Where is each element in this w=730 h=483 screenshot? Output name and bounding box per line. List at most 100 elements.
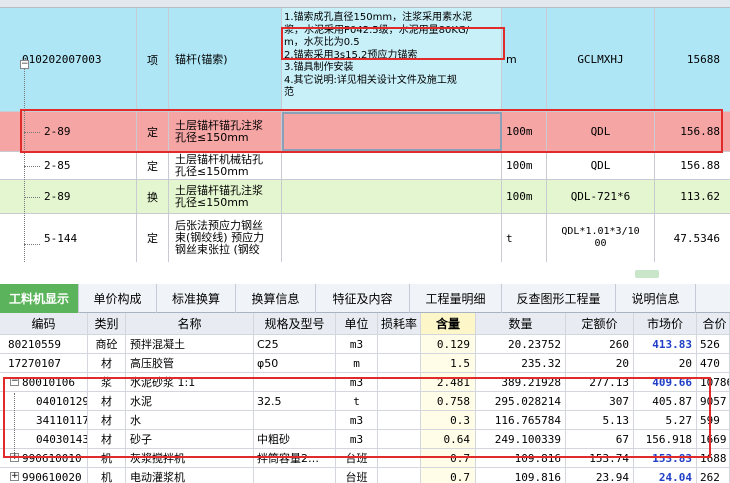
row-type: 换 [137,180,169,213]
row-expr[interactable]: GCLMXHJ [547,8,655,111]
row-unit: 100m [502,152,547,179]
cell-quota: 153.74 [566,449,634,467]
row-type: 定 [137,214,169,262]
table-row[interactable]: 990610020 机电动灌浆机 台班 0.7 109.816 23.94 24.04 262… [0,468,730,483]
col-market-price[interactable]: 市场价 [634,313,697,334]
row-expr[interactable]: QDL*1.01*3/10 00 [547,214,655,262]
cell-spec [254,411,336,429]
collapse-icon[interactable]: − [10,377,19,386]
tab-quantity-detail[interactable]: 工程量明细 [410,284,502,313]
row-feature[interactable]: 1.锚索成孔直径150mm，注浆采用素水泥 浆，水泥采用P042.5级，水泥用量… [282,8,502,111]
cell-market[interactable]: 153.83 [634,449,697,467]
cell-quota: 260 [566,335,634,353]
cell-quota: 277.13 [566,373,634,391]
lower-header: 编码 类别 名称 规格及型号 单位 损耗率 含量 数量 定额价 市场价 合价 [0,313,730,335]
table-row[interactable]: 80210559 商砼 预拌混凝土 C25 m3 0.129 20.23752 260 413.… [0,335,730,354]
cell-unit: t [336,392,378,410]
cell-unit: m3 [336,411,378,429]
cell-market[interactable]: 413.83 [634,335,697,353]
col-type[interactable]: 类别 [88,313,126,334]
cell-content[interactable]: 0.758 [421,392,476,410]
row-name: 锚杆(锚索) [169,8,282,111]
cell-market[interactable]: 20 [634,354,697,372]
tab-description[interactable]: 说明信息 [616,284,696,313]
table-row[interactable]: 17270107 材高压胶管 φ50 m 1.5 235.32 20 20 470 [0,354,730,373]
cell-quota: 20 [566,354,634,372]
cell-content[interactable]: 0.3 [421,411,476,429]
col-name[interactable]: 名称 [126,313,254,334]
col-spec[interactable]: 规格及型号 [254,313,336,334]
cell-content[interactable]: 0.64 [421,430,476,448]
table-row[interactable]: 010202007003 项 锚杆(锚索) 1.锚索成孔直径150mm，注浆采用… [0,8,730,112]
table-row[interactable]: 2-85 定 土层锚杆机械钻孔 孔径≤150mm 100m QDL 156.88 [0,152,730,180]
tab-standard-conversion[interactable]: 标准换算 [157,284,236,313]
cell-type: 商砼 [88,335,126,353]
row-expr[interactable]: QDL [547,112,655,151]
row-expr[interactable]: QDL-721*6 [547,180,655,213]
cell-combined: 10786 [697,373,730,391]
table-row[interactable]: 990610010 机灰浆搅拌机 拌筒容量2… 台班 0.7 109.816 153.74 1… [0,449,730,468]
cell-unit: m3 [336,430,378,448]
tree-branch [24,166,40,167]
col-content[interactable]: 含量 [421,313,476,334]
cell-content[interactable]: 2.481 [421,373,476,391]
row-feature[interactable] [282,152,502,179]
cell-loss [378,335,421,353]
cell-loss [378,430,421,448]
tab-reverse-lookup[interactable]: 反查图形工程量 [502,284,616,313]
cell-content[interactable]: 0.7 [421,449,476,467]
cell-name: 预拌混凝土 [126,335,254,353]
tab-features-content[interactable]: 特征及内容 [316,284,410,313]
col-combined[interactable]: 合价 [697,313,730,334]
col-unit[interactable]: 单位 [336,313,378,334]
cell-market[interactable]: 405.87 [634,392,697,410]
table-row[interactable]: 5-144 定 后张法预应力钢丝 束(钢绞线) 预应力 钢丝束张拉 (钢绞 t … [0,214,730,262]
table-row[interactable]: 80010106 浆水泥砂浆 1:1 m3 2.481 389.21928 277.13 4… [0,373,730,392]
upper-grid: 010202007003 项 锚杆(锚索) 1.锚索成孔直径150mm，注浆采用… [0,0,730,262]
expand-icon[interactable]: + [10,472,19,481]
table-row[interactable]: 2-89 换 土层锚杆锚孔注浆 孔径≤150mm 100m QDL-721*6 … [0,180,730,214]
row-code: 2-89 [0,112,137,151]
col-code[interactable]: 编码 [0,313,88,334]
cell-market[interactable]: 156.918 [634,430,697,448]
row-unit: t [502,214,547,262]
cell-market[interactable]: 409.66 [634,373,697,391]
cell-unit: m3 [336,335,378,353]
table-row[interactable]: 34110117 材水 m3 0.3 116.765784 5.13 5.27 599 [0,411,730,430]
cell-content[interactable]: 0.7 [421,468,476,483]
expand-icon[interactable]: + [10,453,19,462]
cell-loss [378,354,421,372]
cell-market[interactable]: 5.27 [634,411,697,429]
cell-name: 水 [126,411,254,429]
row-feature[interactable] [282,214,502,262]
cell-loss [378,468,421,483]
tab-conversion-info[interactable]: 换算信息 [236,284,316,313]
tab-labor-material-machine[interactable]: 工料机显示 [0,284,79,313]
col-loss[interactable]: 损耗率 [378,313,421,334]
table-row-selected[interactable]: 2-89 定 土层锚杆锚孔注浆 孔径≤150mm 100m QDL 156.88 [0,112,730,152]
splitter[interactable] [0,262,730,284]
bottom-tabbar: 工料机显示 单价构成 标准换算 换算信息 特征及内容 工程量明细 反查图形工程量… [0,284,730,313]
row-feature[interactable] [282,180,502,213]
col-qty[interactable]: 数量 [476,313,566,334]
cell-combined: 526 [697,335,730,353]
cell-qty: 109.816 [476,468,566,483]
col-quota-price[interactable]: 定额价 [566,313,634,334]
table-row[interactable]: 04030143 材砂子 中粗砂 m3 0.64 249.100339 67 156.918 1… [0,430,730,449]
splitter-handle-icon[interactable] [635,270,659,278]
cell-spec [254,373,336,391]
row-qty: 113.62 [680,190,720,203]
cell-combined: 470 [697,354,730,372]
cell-qty: 116.765784 [476,411,566,429]
table-row[interactable]: 04010129 材水泥 32.5 t 0.758 295.028214 307 405.87… [0,392,730,411]
row-feature-editor[interactable] [282,112,502,151]
cell-market[interactable]: 24.04 [634,468,697,483]
cell-qty: 109.816 [476,449,566,467]
row-expr[interactable]: QDL [547,152,655,179]
collapse-icon[interactable]: − [20,60,29,69]
row-qty: 156.88 [680,159,720,172]
tab-unit-price-composition[interactable]: 单价构成 [79,284,157,313]
cell-content[interactable]: 1.5 [421,354,476,372]
cell-name: 电动灌浆机 [126,468,254,483]
cell-content[interactable]: 0.129 [421,335,476,353]
